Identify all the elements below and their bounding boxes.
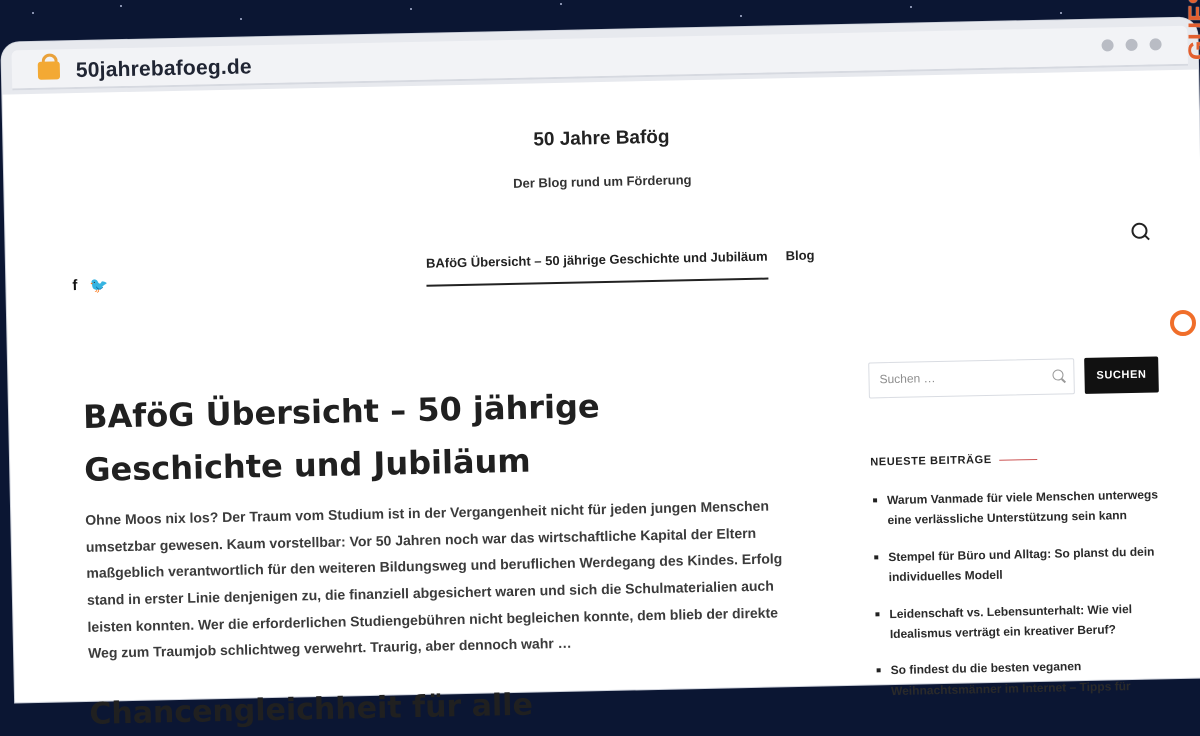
browser-window: 50jahrebafoeg.de 50 Jahre Bafög Der Blog… — [1, 17, 1200, 732]
star — [120, 5, 122, 7]
sidebar-search: Suchen … SUCHEN — [868, 356, 1159, 399]
star — [560, 3, 562, 5]
twitter-icon[interactable]: 🐦 — [89, 276, 108, 294]
search-icon[interactable] — [1131, 222, 1148, 239]
site-title[interactable]: 50 Jahre Bafög — [3, 116, 1199, 163]
search-icon — [1052, 369, 1064, 381]
search-input[interactable]: Suchen … — [868, 358, 1075, 399]
main-navigation: BAföG Übersicht – 50 jährige Geschichte … — [425, 248, 815, 287]
url-text[interactable]: 50jahrebafoeg.de — [76, 55, 252, 83]
divider — [999, 458, 1038, 461]
search-placeholder: Suchen … — [879, 371, 936, 387]
recent-post-link[interactable]: Stempel für Büro und Alltag: So planst d… — [872, 541, 1163, 588]
main-content: BAföG Übersicht – 50 jährige Geschichte … — [83, 376, 790, 732]
nav-item-blog[interactable]: Blog — [785, 248, 815, 280]
web-page: 50 Jahre Bafög Der Blog rund um Förderun… — [2, 70, 1200, 732]
star — [1060, 12, 1062, 14]
nav-item-bafoeg-overview[interactable]: BAföG Übersicht – 50 jährige Geschichte … — [425, 248, 769, 287]
post-excerpt: Ohne Moos nix los? Der Traum vom Studium… — [85, 497, 783, 662]
star — [910, 6, 912, 8]
watermark-text: GUESTPOSTLINKS — [1184, 0, 1200, 60]
recent-post-link[interactable]: Warum Vanmade für viele Menschen unterwe… — [871, 484, 1162, 531]
star — [410, 8, 412, 10]
recent-posts-title: NEUESTE BEITRÄGE — [870, 450, 1160, 468]
section-heading: Chancengleichheit für alle — [89, 687, 534, 732]
social-links: f 🐦 — [72, 276, 108, 295]
search-button[interactable]: SUCHEN — [1084, 356, 1159, 394]
sidebar: Suchen … SUCHEN NEUESTE BEITRÄGE Warum V… — [868, 356, 1165, 717]
lock-icon — [37, 53, 61, 80]
star — [240, 18, 242, 20]
post-title[interactable]: BAföG Übersicht – 50 jährige Geschichte … — [83, 376, 785, 497]
star — [32, 12, 34, 14]
recent-posts-title-text: NEUESTE BEITRÄGE — [870, 453, 992, 469]
link-icon — [1170, 310, 1196, 336]
star — [740, 15, 742, 17]
guestpostlinks-watermark: GUESTPOSTLINKS — [1168, 0, 1200, 350]
facebook-icon[interactable]: f — [72, 277, 77, 295]
recent-posts-list: Warum Vanmade für viele Menschen unterwe… — [871, 484, 1165, 701]
site-tagline: Der Blog rund um Förderung — [512, 172, 692, 191]
recent-post-link[interactable]: Leidenschaft vs. Lebensunterhalt: Wie vi… — [873, 598, 1164, 645]
recent-post-link[interactable]: So findest du die besten veganen Weihnac… — [874, 655, 1165, 702]
